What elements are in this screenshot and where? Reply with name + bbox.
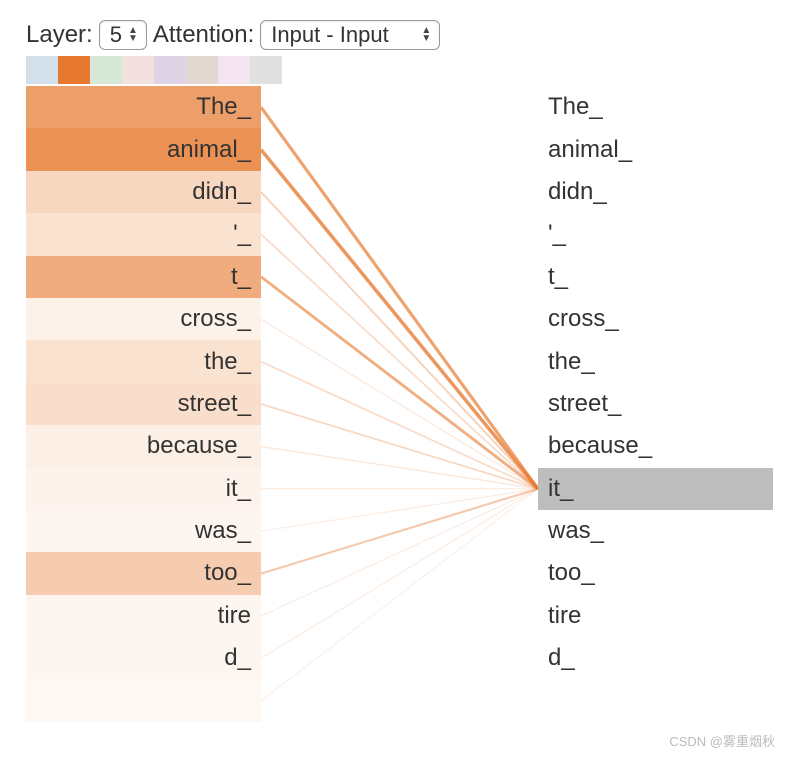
head-swatch[interactable] [58,56,90,84]
left-token[interactable]: too_ [26,552,261,594]
head-swatch[interactable] [26,56,58,84]
left-token[interactable]: it_ [26,468,261,510]
head-swatches [26,56,775,84]
watermark: CSDN @雾重烟秋 [669,731,775,750]
attention-line [261,489,538,574]
right-token[interactable]: tire [538,595,773,637]
attention-line [261,489,538,659]
left-token[interactable]: cross_ [26,298,261,340]
controls-bar: Layer: 5 ▲▼ Attention: Input - Input ▲▼ [26,20,775,50]
right-token[interactable]: cross_ [538,298,773,340]
left-token[interactable]: t_ [26,256,261,298]
right-token[interactable]: The_ [538,86,773,128]
right-token-column: The_animal_didn_'_t_cross_the_street_bec… [538,86,773,679]
attention-line [261,489,538,701]
attention-line [261,319,538,489]
right-token[interactable]: t_ [538,256,773,298]
right-token[interactable]: the_ [538,340,773,382]
head-swatch[interactable] [154,56,186,84]
stepper-icon: ▲▼ [128,27,138,43]
attention-line [261,107,538,489]
attention-select[interactable]: Input - Input ▲▼ [260,20,440,50]
left-token[interactable]: didn_ [26,171,261,213]
head-swatch[interactable] [186,56,218,84]
attention-line [261,234,538,488]
right-token[interactable]: too_ [538,552,773,594]
head-swatch[interactable] [250,56,282,84]
stepper-icon: ▲▼ [421,27,431,43]
head-swatch[interactable] [122,56,154,84]
left-token[interactable]: because_ [26,425,261,467]
attention-line [261,404,538,489]
attention-line [261,489,538,531]
left-token[interactable]: the_ [26,340,261,382]
layer-value: 5 [110,22,122,48]
attention-line [261,277,538,489]
attention-viz: The_animal_didn_'_t_cross_the_street_bec… [20,86,775,726]
left-token[interactable]: The_ [26,86,261,128]
attention-line [261,446,538,488]
attention-line [261,192,538,489]
right-token[interactable]: it_ [538,468,773,510]
attention-value: Input - Input [271,22,388,48]
left-token-column: The_animal_didn_'_t_cross_the_street_bec… [26,86,261,722]
right-token[interactable]: because_ [538,425,773,467]
attention-line [261,489,538,616]
left-token[interactable]: d_ [26,637,261,679]
left-token[interactable] [26,679,261,721]
right-token[interactable]: was_ [538,510,773,552]
layer-select[interactable]: 5 ▲▼ [99,20,147,50]
right-token[interactable]: street_ [538,383,773,425]
left-token[interactable]: was_ [26,510,261,552]
attention-label: Attention: [153,21,254,49]
left-token[interactable]: street_ [26,383,261,425]
right-token[interactable]: '_ [538,213,773,255]
right-token[interactable]: d_ [538,637,773,679]
right-token[interactable]: animal_ [538,128,773,170]
head-swatch[interactable] [90,56,122,84]
layer-label: Layer: [26,21,93,49]
left-token[interactable]: '_ [26,213,261,255]
left-token[interactable]: tire [26,595,261,637]
head-swatch[interactable] [218,56,250,84]
attention-line [261,150,538,489]
right-token[interactable]: didn_ [538,171,773,213]
left-token[interactable]: animal_ [26,128,261,170]
attention-line [261,362,538,489]
